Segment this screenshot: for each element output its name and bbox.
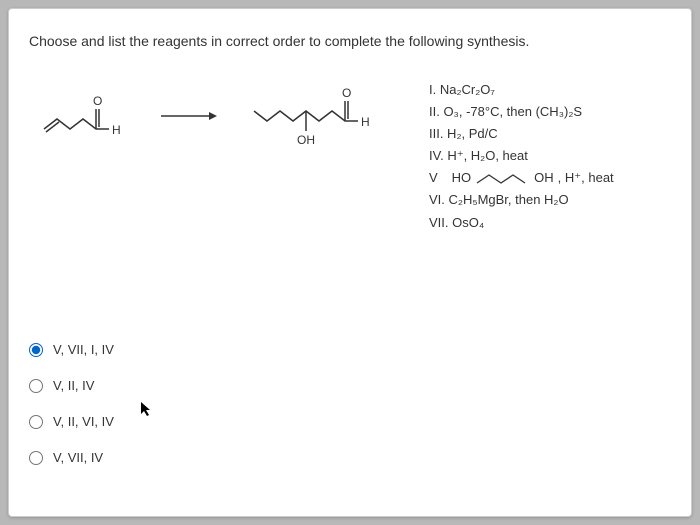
reagent-VI: VI. C₂H₅MgBr, then H₂O — [429, 189, 614, 211]
svg-text:O: O — [93, 94, 102, 108]
reagent-IV: IV. H⁺, H₂O, heat — [429, 145, 614, 167]
reagent-V-oh: OH — [534, 167, 554, 189]
reagent-II: II. O₃, -78°C, then (CH₃)₂S — [429, 101, 614, 123]
radio-1[interactable] — [29, 343, 43, 357]
option-1[interactable]: V, VII, I, IV — [29, 332, 114, 368]
reagent-V: V HO OH , H⁺, heat — [429, 167, 614, 189]
radio-3[interactable] — [29, 415, 43, 429]
question-text: Choose and list the reagents in correct … — [29, 33, 671, 49]
molecule-svg-product: O H OH — [249, 79, 389, 154]
product-molecule: O H OH — [249, 79, 389, 159]
radio-2[interactable] — [29, 379, 43, 393]
radio-4[interactable] — [29, 451, 43, 465]
arrow-svg — [159, 106, 219, 126]
reagent-I: I. Na₂Cr₂O₇ — [429, 79, 614, 101]
reagent-V-suffix: , H⁺, heat — [558, 167, 614, 189]
option-label-2: V, II, IV — [53, 378, 94, 393]
reagent-V-ho: HO — [452, 167, 472, 189]
reagent-VII: VII. OsO₄ — [429, 212, 614, 234]
reagent-V-prefix: V — [429, 167, 438, 189]
option-2[interactable]: V, II, IV — [29, 368, 114, 404]
option-label-1: V, VII, I, IV — [53, 342, 114, 357]
reagent-list: I. Na₂Cr₂O₇ II. O₃, -78°C, then (CH₃)₂S … — [429, 79, 614, 234]
starting-molecule: O H — [39, 87, 129, 152]
options-list: V, VII, I, IV V, II, IV V, II, VI, IV V,… — [29, 332, 114, 476]
option-4[interactable]: V, VII, IV — [29, 440, 114, 476]
molecule-area: O H O H OH — [39, 79, 389, 159]
svg-text:OH: OH — [297, 133, 315, 147]
svg-text:O: O — [342, 86, 351, 100]
cursor-icon — [139, 400, 153, 421]
reaction-arrow — [159, 106, 219, 132]
question-card: Choose and list the reagents in correct … — [8, 8, 692, 517]
content-row: O H O H OH — [29, 79, 671, 234]
molecule-svg-start: O H — [39, 87, 129, 147]
option-label-4: V, VII, IV — [53, 450, 103, 465]
svg-text:H: H — [112, 123, 121, 137]
option-label-3: V, II, VI, IV — [53, 414, 114, 429]
diol-svg — [475, 169, 530, 187]
option-3[interactable]: V, II, VI, IV — [29, 404, 114, 440]
reagent-III: III. H₂, Pd/C — [429, 123, 614, 145]
svg-text:H: H — [361, 115, 370, 129]
